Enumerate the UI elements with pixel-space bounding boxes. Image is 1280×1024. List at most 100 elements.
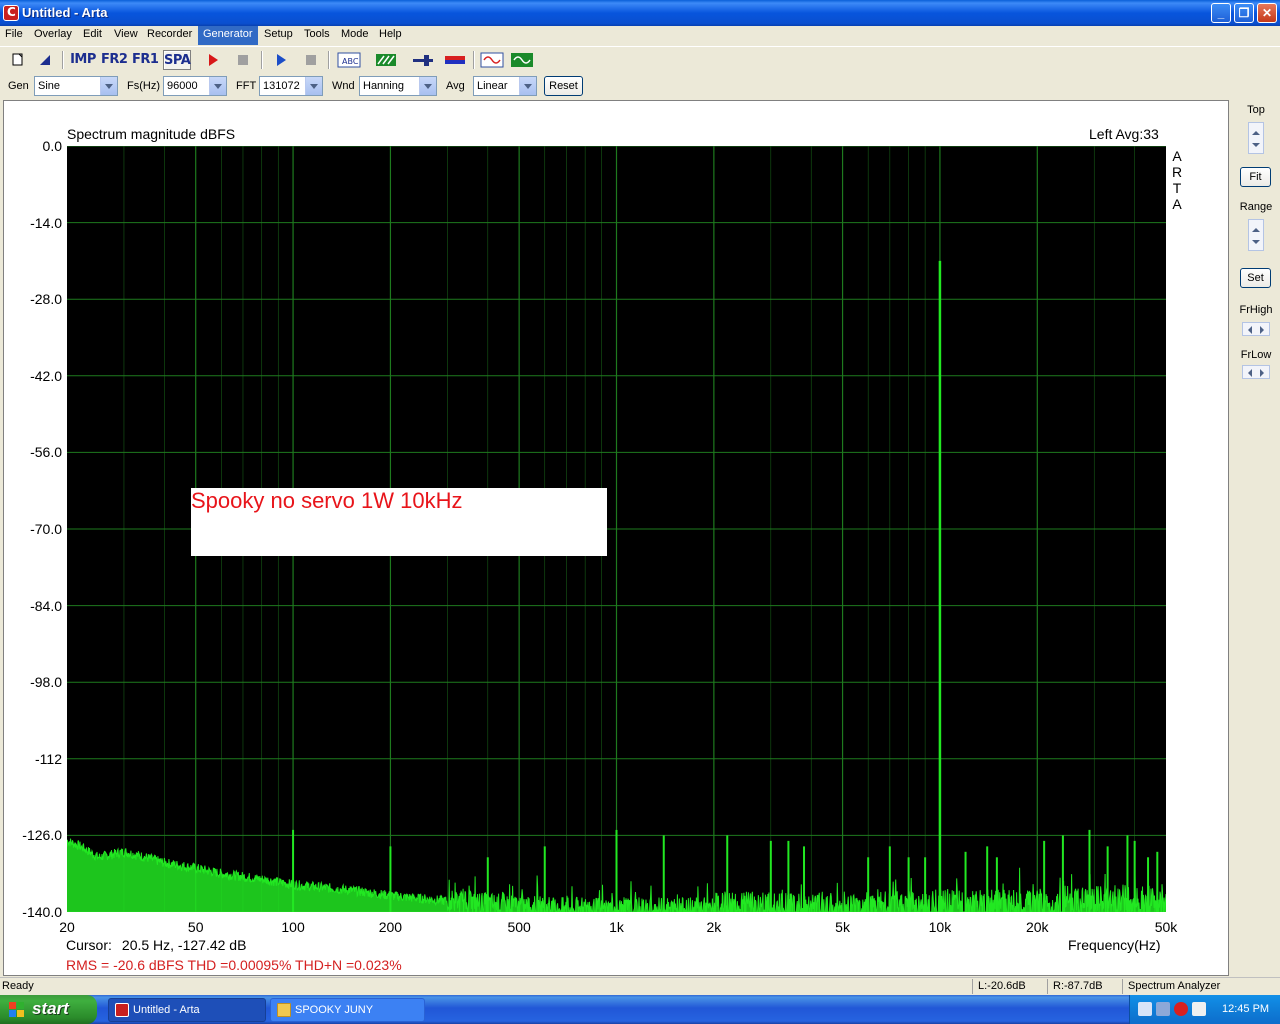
- annotation-text: Spooky no servo 1W 10kHz: [191, 488, 463, 513]
- scope-icon[interactable]: [510, 50, 534, 70]
- x-tick-label: 20: [59, 919, 75, 935]
- menu-mode[interactable]: Mode: [336, 26, 374, 45]
- task-folder[interactable]: SPOOKY JUNY: [270, 998, 425, 1022]
- minimize-button[interactable]: _: [1211, 3, 1231, 23]
- annotation-box[interactable]: Spooky no servo 1W 10kHz: [191, 488, 607, 556]
- speaker-icon[interactable]: [1156, 1002, 1170, 1016]
- fit-button[interactable]: Fit: [1240, 167, 1271, 187]
- network-icon[interactable]: [1138, 1002, 1152, 1016]
- fft-value: 131072: [263, 80, 300, 92]
- spa-mode-button[interactable]: SPA: [163, 50, 191, 70]
- menu-setup[interactable]: Setup: [259, 26, 298, 45]
- abc-scale-icon[interactable]: ABC: [337, 50, 361, 70]
- x-axis-title: Frequency(Hz): [1068, 937, 1161, 953]
- security-shield-icon[interactable]: [1174, 1002, 1188, 1016]
- chevron-down-icon[interactable]: [419, 77, 436, 95]
- brand-letter: A: [1172, 196, 1182, 212]
- set-button[interactable]: Set: [1240, 268, 1271, 288]
- avg-select[interactable]: Linear: [473, 76, 537, 96]
- task-folder-label: SPOOKY JUNY: [295, 1004, 374, 1016]
- chevron-down-icon[interactable]: [100, 77, 117, 95]
- arrow-up-icon[interactable]: [1252, 228, 1260, 232]
- toolbar-separator: [62, 51, 64, 69]
- reset-button[interactable]: Reset: [544, 76, 583, 96]
- stop-generator-icon[interactable]: [300, 50, 322, 70]
- taskbar: start Untitled - Arta SPOOKY JUNY 12:45 …: [0, 995, 1280, 1024]
- range-spinner[interactable]: [1248, 219, 1264, 251]
- arrow-right-icon[interactable]: [1260, 369, 1264, 377]
- y-tick-label: -98.0: [30, 674, 62, 691]
- y-tick-label: -112: [35, 750, 62, 767]
- task-arta[interactable]: Untitled - Arta: [108, 998, 266, 1022]
- arrow-left-icon[interactable]: [1248, 369, 1252, 377]
- x-tick-label: 10k: [928, 919, 952, 935]
- fr2-mode-button[interactable]: FR2: [101, 50, 128, 70]
- arrow-left-icon[interactable]: [1248, 326, 1252, 334]
- y-tick-label: -14.0: [30, 214, 62, 231]
- arta-app-icon[interactable]: [3, 5, 19, 21]
- restore-button[interactable]: ❐: [1234, 3, 1254, 23]
- menu-edit[interactable]: Edit: [78, 26, 107, 45]
- gen-value: Sine: [38, 80, 61, 92]
- start-button[interactable]: start: [0, 995, 97, 1024]
- frlow-label: FrLow: [1240, 349, 1272, 361]
- slider-icon[interactable]: [411, 50, 435, 70]
- y-tick-label: -42.0: [30, 367, 62, 384]
- new-file-icon[interactable]: [6, 50, 28, 70]
- grid-pattern-icon[interactable]: [374, 50, 398, 70]
- color-bars-icon[interactable]: [443, 50, 467, 70]
- update-icon[interactable]: [1192, 1002, 1206, 1016]
- menu-view[interactable]: View: [109, 26, 143, 45]
- x-tick-label: 500: [507, 919, 531, 935]
- frlow-spinner[interactable]: [1242, 365, 1270, 379]
- menu-file[interactable]: File: [0, 26, 28, 45]
- close-button[interactable]: ✕: [1257, 3, 1277, 23]
- fr1-mode-button[interactable]: FR1: [132, 50, 159, 70]
- frhigh-spinner[interactable]: [1242, 322, 1270, 336]
- gen-select[interactable]: Sine: [34, 76, 118, 96]
- x-tick-label: 20k: [1025, 919, 1049, 935]
- arrow-down-icon[interactable]: [1252, 143, 1260, 147]
- fft-label: FFT: [236, 80, 257, 92]
- chevron-down-icon[interactable]: [305, 77, 322, 95]
- record-play-icon[interactable]: [202, 50, 224, 70]
- chevron-down-icon[interactable]: [209, 77, 226, 95]
- menu-tools[interactable]: Tools: [299, 26, 335, 45]
- chevron-down-icon[interactable]: [519, 77, 536, 95]
- x-tick-label: 100: [281, 919, 305, 935]
- side-control-panel: Top Fit Range Set FrHigh FrLow: [1232, 100, 1280, 976]
- arrow-up-icon[interactable]: [1252, 131, 1260, 135]
- menu-overlay[interactable]: Overlay: [29, 26, 77, 45]
- brand-letter: T: [1172, 180, 1182, 196]
- y-tick-label: -70.0: [30, 521, 62, 537]
- menu-recorder[interactable]: Recorder: [142, 26, 197, 45]
- stop-icon[interactable]: [232, 50, 254, 70]
- wnd-label: Wnd: [332, 80, 355, 92]
- svg-text:ABC: ABC: [342, 57, 359, 66]
- arrow-down-icon[interactable]: [1252, 240, 1260, 244]
- toolbar-separator: [328, 51, 330, 69]
- measurement-readout: RMS = -20.6 dBFS THD =0.00095% THD+N =0.…: [66, 957, 402, 973]
- arrow-right-icon[interactable]: [1260, 326, 1264, 334]
- fft-select[interactable]: 131072: [259, 76, 323, 96]
- play-icon[interactable]: [270, 50, 292, 70]
- y-tick-label: 0.0: [42, 138, 62, 154]
- open-file-icon[interactable]: [34, 50, 56, 70]
- fs-label: Fs(Hz): [127, 80, 160, 92]
- menu-generator[interactable]: Generator: [198, 26, 258, 45]
- status-bar: Ready L:-20.6dB R:-87.7dB Spectrum Analy…: [0, 977, 1280, 995]
- y-tick-label: -126.0: [22, 827, 62, 844]
- wnd-select[interactable]: Hanning: [359, 76, 437, 96]
- avg-label: Avg: [446, 80, 465, 92]
- status-divider: [1047, 979, 1048, 994]
- status-divider: [1122, 979, 1123, 994]
- imp-mode-button[interactable]: IMP: [70, 50, 96, 70]
- waveform-icon[interactable]: [480, 50, 504, 70]
- toolbar-separator: [261, 51, 263, 69]
- menu-help[interactable]: Help: [374, 26, 407, 45]
- top-spinner[interactable]: [1248, 122, 1264, 154]
- toolbar-separator: [473, 51, 475, 69]
- gen-label: Gen: [8, 80, 29, 92]
- fs-select[interactable]: 96000: [163, 76, 227, 96]
- windows-logo-icon: [9, 1002, 25, 1018]
